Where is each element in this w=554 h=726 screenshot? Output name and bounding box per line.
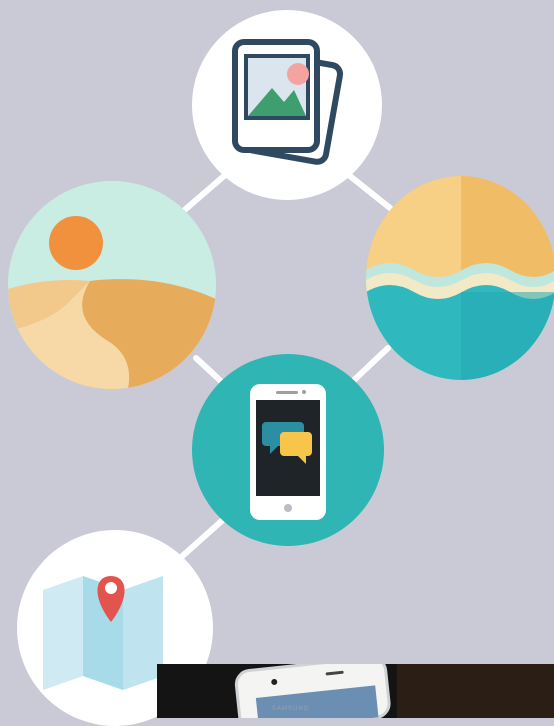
phone-photo (157, 664, 554, 718)
messaging-node (192, 354, 384, 546)
desert-node (8, 181, 216, 389)
smartphone-chat-icon (250, 384, 326, 520)
product-photo-inset (157, 664, 554, 718)
gallery-node (192, 10, 382, 200)
desert-dune-icon (8, 181, 216, 389)
ocean-node (366, 176, 554, 380)
brand-label: SAMSUNG (272, 706, 310, 712)
photo-gallery-icon (232, 39, 344, 165)
ocean-wave-icon (366, 176, 554, 380)
infographic-canvas: { "scene": { "background": "#c9cad6", "c… (0, 0, 554, 726)
